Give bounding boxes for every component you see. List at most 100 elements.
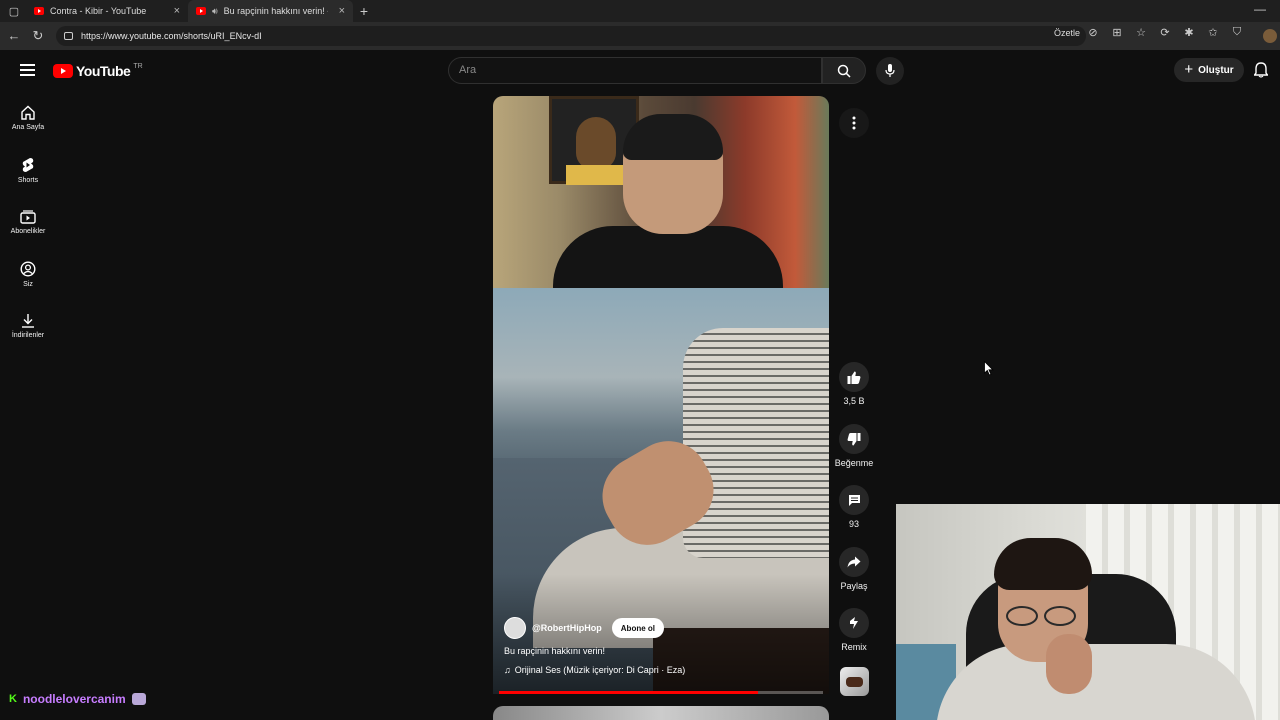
share-label: Paylaş	[840, 581, 868, 591]
address-bar-row: ← ↻ https://www.youtube.com/shorts/uRI_E…	[0, 22, 1280, 50]
search-icon	[837, 64, 851, 78]
url-field[interactable]: https://www.youtube.com/shorts/uRI_ENcv-…	[56, 26, 1086, 46]
apps-icon[interactable]: ⊞	[1110, 26, 1124, 39]
tab-contra[interactable]: Contra - Kibir - YouTube ×	[26, 0, 188, 22]
more-vertical-icon	[852, 116, 856, 130]
close-tab-icon[interactable]: ×	[339, 5, 345, 17]
sidebar-item-you[interactable]: Siz	[0, 248, 56, 300]
like-count: 3,5 B	[843, 396, 865, 406]
voice-search-button[interactable]	[876, 57, 904, 85]
browser-tab-bar: ▢ Contra - Kibir - YouTube × 🔊︎ Bu rapçi…	[0, 0, 1280, 22]
sidebar-item-downloads[interactable]: İndirilenler	[0, 300, 56, 352]
favorite-star-icon[interactable]: ☆	[1134, 26, 1148, 39]
dislike-button[interactable]	[839, 424, 869, 454]
menu-icon[interactable]	[20, 64, 35, 76]
logo-region: TR	[133, 62, 143, 70]
speaker-icon[interactable]: 🔊︎	[212, 6, 218, 17]
create-label: Oluştur	[1198, 64, 1234, 76]
chat-username-overlay: K noodlelovercanim	[9, 692, 146, 706]
kick-logo-icon: K	[9, 693, 17, 705]
next-short-preview[interactable]	[493, 706, 829, 720]
music-note-icon: ♫	[504, 665, 511, 675]
more-options-button[interactable]	[839, 108, 869, 138]
minimize-icon[interactable]: —	[1254, 2, 1266, 16]
like-button[interactable]	[839, 362, 869, 392]
comment-count: 93	[848, 519, 859, 529]
site-info-icon[interactable]	[64, 32, 73, 40]
glasses	[1006, 606, 1080, 626]
favorites-icon[interactable]: ✩	[1206, 26, 1220, 39]
streamer-webcam	[896, 504, 1280, 720]
share-arrow-icon	[847, 556, 861, 568]
sidebar: Ana Sayfa Shorts Abonelikler Siz İndiril…	[0, 92, 56, 352]
remix-icon	[850, 617, 858, 629]
subscriptions-icon	[20, 209, 36, 224]
back-icon[interactable]: ←	[2, 28, 26, 43]
share-button[interactable]	[839, 547, 869, 577]
sidebar-item-label: Siz	[23, 280, 33, 288]
reload-icon[interactable]: ↻	[26, 28, 50, 44]
create-button[interactable]: + Oluştur	[1174, 58, 1244, 82]
sidebar-item-shorts[interactable]: Shorts	[0, 144, 56, 196]
tab-actions-icon[interactable]: ▢	[0, 0, 28, 22]
shorts-icon	[22, 157, 34, 172]
sound-link[interactable]: ♫ Orijinal Ses (Müzik içeriyor: Di Capri…	[504, 665, 685, 675]
tab-title: Contra - Kibir - YouTube	[50, 6, 147, 16]
striped-shirt	[683, 328, 829, 558]
streamer-head	[623, 114, 723, 234]
mouse-cursor-icon	[984, 361, 994, 376]
sidebar-item-home[interactable]: Ana Sayfa	[0, 92, 56, 144]
sidebar-item-label: Shorts	[17, 176, 39, 184]
reader-icon[interactable]: ⊘	[1086, 26, 1100, 39]
search-input[interactable]	[449, 58, 821, 82]
short-video-player[interactable]: @RobertHipHop Abone ol Bu rapçinin hakkı…	[493, 96, 829, 694]
close-tab-icon[interactable]: ×	[174, 5, 180, 17]
remix-button[interactable]	[839, 608, 869, 638]
thumbs-up-icon	[847, 371, 861, 384]
video-top-frame	[493, 96, 829, 288]
youtube-logo[interactable]: YouTube TR	[53, 63, 143, 79]
summarize-button[interactable]: Özetle	[1054, 28, 1080, 38]
emote-icon	[131, 693, 146, 705]
youtube-play-icon	[53, 64, 73, 78]
like-action: 3,5 B	[834, 362, 874, 406]
refresh-ext-icon[interactable]: ⟳	[1158, 26, 1172, 39]
sound-text: Orijinal Ses (Müzik içeriyor: Di Capri ·…	[514, 665, 686, 675]
streamer-body	[553, 226, 783, 288]
remix-action: Remix	[834, 608, 874, 652]
channel-row: @RobertHipHop Abone ol	[504, 617, 664, 639]
short-title[interactable]: Bu rapçinin hakkını verin!	[504, 646, 605, 656]
sound-thumbnail[interactable]	[840, 667, 869, 696]
toolbar-icons: ⊘ ⊞ ☆ ⟳ ✱ ✩ ⛉	[1086, 26, 1244, 39]
progress-bar[interactable]	[499, 691, 823, 694]
thumbs-down-icon	[847, 432, 861, 445]
remix-label: Remix	[841, 642, 867, 652]
url-text: https://www.youtube.com/shorts/uRI_ENcv-…	[81, 31, 262, 41]
subscribe-button[interactable]: Abone ol	[611, 618, 664, 638]
microphone-icon	[885, 64, 895, 77]
comments-button[interactable]	[839, 485, 869, 515]
extension-icon[interactable]: ✱	[1182, 26, 1196, 39]
sidebar-item-subscriptions[interactable]: Abonelikler	[0, 196, 56, 248]
comment-action: 93	[834, 485, 874, 529]
streamer-shirt	[936, 644, 1256, 720]
channel-avatar[interactable]	[504, 617, 526, 639]
search-box[interactable]	[448, 57, 822, 84]
progress-fill	[499, 691, 759, 694]
search-button[interactable]	[822, 57, 866, 84]
share-action: Paylaş	[834, 547, 874, 591]
youtube-favicon-icon	[34, 7, 44, 15]
shield-icon[interactable]: ⛉	[1230, 26, 1244, 39]
download-icon	[22, 314, 34, 328]
notifications-icon[interactable]	[1253, 62, 1269, 83]
logo-text: YouTube	[76, 63, 131, 79]
tab-current[interactable]: 🔊︎ Bu rapçinin hakkını verin! - Y ×	[188, 0, 353, 22]
new-tab-button[interactable]: +	[353, 3, 375, 19]
youtube-favicon-icon	[196, 7, 206, 15]
dislike-action: Beğenme	[834, 424, 874, 468]
channel-name[interactable]: @RobertHipHop	[532, 623, 602, 633]
comment-icon	[848, 494, 860, 506]
home-icon	[21, 105, 35, 120]
profile-avatar[interactable]	[1263, 29, 1277, 43]
sidebar-item-label: İndirilenler	[11, 332, 45, 339]
